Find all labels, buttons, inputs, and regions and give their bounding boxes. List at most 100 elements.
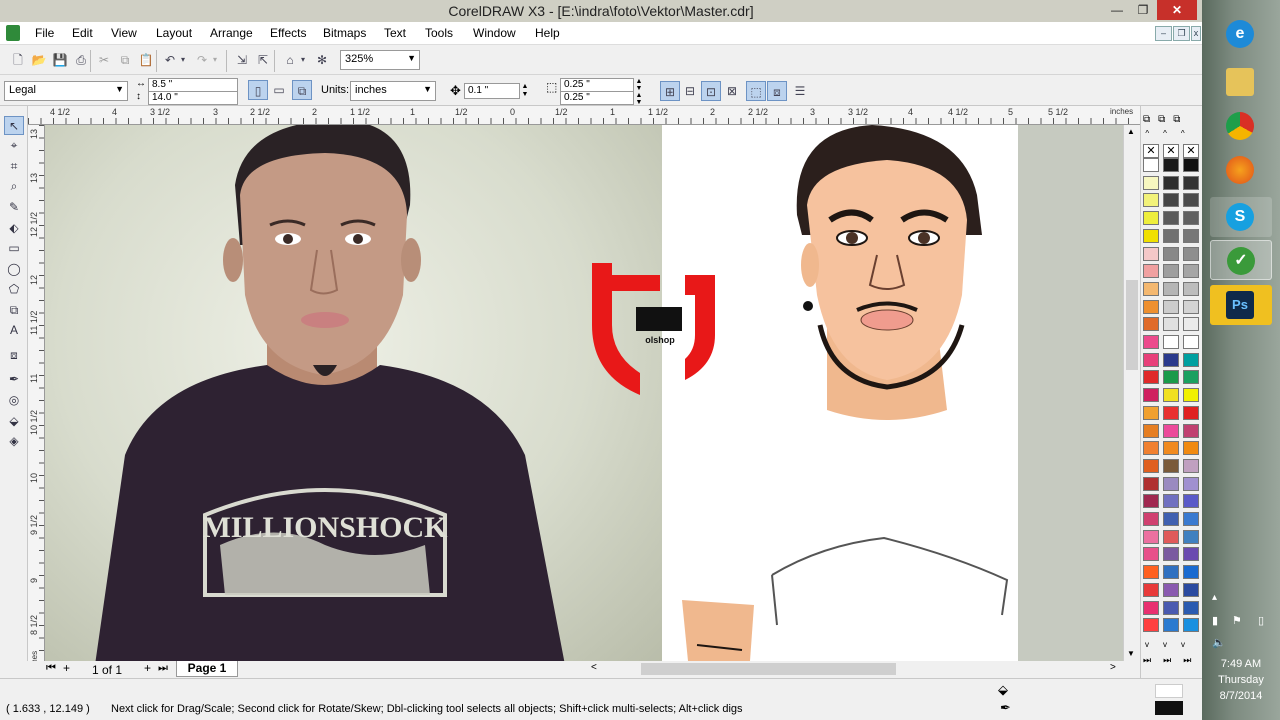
color-swatch[interactable]: [1183, 370, 1199, 385]
color-swatch[interactable]: [1163, 458, 1179, 473]
zoom-tool-icon[interactable]: ⌕: [4, 177, 24, 196]
scroll-up-icon[interactable]: ▲: [1127, 127, 1135, 136]
smart-fill-tool-icon[interactable]: ⬖: [4, 219, 24, 238]
color-swatch[interactable]: [1183, 246, 1199, 261]
page-tab[interactable]: Page 1: [176, 661, 238, 677]
portrait-button[interactable]: ▯: [248, 80, 268, 100]
launcher-dropdown-icon[interactable]: ▾: [298, 50, 308, 70]
palette-expand-icon[interactable]: ⏭⏭⏭: [1143, 655, 1201, 666]
color-swatch[interactable]: [1183, 618, 1199, 633]
color-swatch[interactable]: [1163, 476, 1179, 491]
color-swatch[interactable]: [1143, 246, 1159, 261]
color-swatch[interactable]: [1163, 529, 1179, 544]
color-swatch[interactable]: [1183, 264, 1199, 279]
page-width-field[interactable]: 8.5 ": [148, 78, 238, 92]
internet-explorer-icon[interactable]: e: [1210, 14, 1272, 54]
interactive-blend-tool-icon[interactable]: ⧈: [4, 346, 24, 365]
ellipse-tool-icon[interactable]: ◯: [4, 260, 24, 279]
network-icon[interactable]: ▮: [1212, 614, 1218, 627]
file-explorer-icon[interactable]: [1210, 62, 1272, 102]
clock-time[interactable]: 7:49 AM: [1202, 658, 1280, 670]
corel-online-icon[interactable]: ✻: [312, 50, 332, 70]
color-swatch[interactable]: [1183, 476, 1199, 491]
color-swatch[interactable]: [1163, 352, 1179, 367]
pick-tool-icon[interactable]: ↖: [4, 116, 24, 135]
color-swatch[interactable]: [1143, 618, 1159, 633]
color-swatch[interactable]: [1183, 175, 1199, 190]
text-tool-icon[interactable]: A: [4, 321, 24, 340]
vertical-scrollbar[interactable]: ▲ ▼: [1123, 125, 1140, 661]
color-swatch[interactable]: [1183, 228, 1199, 243]
open-icon[interactable]: 📂: [29, 50, 49, 70]
horizontal-ruler[interactable]: 4 1/2 4 3 1/2 3 2 1/2 2 1 1/2 1 1/2 0 1/…: [28, 106, 1140, 125]
redo-dropdown-icon[interactable]: ▾: [210, 50, 220, 70]
color-swatch[interactable]: [1183, 335, 1199, 349]
color-swatch[interactable]: [1143, 494, 1159, 509]
eyedropper-tool-icon[interactable]: ✒: [4, 370, 24, 389]
palette-scroll-up-icon[interactable]: ^^^: [1143, 129, 1201, 141]
color-swatch[interactable]: [1163, 565, 1179, 580]
last-page-icon[interactable]: ⏭: [158, 662, 168, 675]
scroll-left-icon[interactable]: <: [591, 662, 597, 673]
menu-effects[interactable]: Effects: [270, 26, 306, 40]
color-swatch[interactable]: [1163, 211, 1179, 226]
nudge-spinner[interactable]: ▲ ▼: [520, 83, 530, 99]
close-button[interactable]: ✕: [1157, 0, 1197, 20]
import-icon[interactable]: ⇲: [232, 50, 252, 70]
color-swatch[interactable]: [1163, 600, 1179, 615]
scroll-down-icon[interactable]: ▼: [1127, 649, 1135, 658]
first-page-icon[interactable]: ⏮: [46, 662, 56, 675]
color-swatch[interactable]: [1183, 529, 1199, 544]
crop-tool-icon[interactable]: ⌗: [4, 157, 24, 176]
color-swatch[interactable]: [1183, 547, 1199, 562]
export-icon[interactable]: ⇱: [253, 50, 273, 70]
add-page-after-icon[interactable]: +: [144, 661, 151, 675]
menu-layout[interactable]: Layout: [156, 26, 192, 40]
color-swatch[interactable]: [1163, 317, 1179, 332]
nudge-distance-field[interactable]: 0.1 ": [464, 83, 520, 99]
color-swatch[interactable]: [1143, 547, 1159, 562]
color-swatch[interactable]: [1163, 582, 1179, 597]
vertical-scroll-thumb[interactable]: [1126, 280, 1138, 370]
horizontal-scroll-thumb[interactable]: [641, 663, 896, 675]
freehand-tool-icon[interactable]: ✎: [4, 198, 24, 217]
color-swatch[interactable]: [1183, 582, 1199, 597]
color-swatch[interactable]: [1143, 264, 1159, 279]
scroll-right-icon[interactable]: >: [1110, 662, 1116, 673]
edit-across-layers-button[interactable]: ⧈: [767, 81, 787, 101]
color-swatch[interactable]: [1143, 281, 1159, 296]
color-swatch[interactable]: [1163, 299, 1179, 314]
color-swatch[interactable]: [1163, 175, 1179, 190]
color-swatch[interactable]: [1143, 388, 1159, 403]
interactive-fill-tool-icon[interactable]: ◈: [4, 432, 24, 451]
battery-icon[interactable]: ▯: [1258, 614, 1264, 627]
chrome-icon[interactable]: [1210, 106, 1272, 146]
color-swatch[interactable]: [1143, 405, 1159, 420]
color-swatch[interactable]: [1143, 565, 1159, 580]
color-swatch[interactable]: [1183, 600, 1199, 615]
color-swatch[interactable]: [1143, 175, 1159, 190]
duplicate-spinner[interactable]: ▲ ▼ ▲ ▼: [634, 78, 644, 106]
color-swatch[interactable]: [1183, 158, 1199, 172]
color-swatch[interactable]: [1143, 228, 1159, 243]
color-swatch[interactable]: [1163, 512, 1179, 526]
color-swatch[interactable]: [1143, 370, 1159, 385]
color-swatch[interactable]: [1163, 193, 1179, 208]
menu-text[interactable]: Text: [384, 26, 406, 40]
save-icon[interactable]: 💾: [50, 50, 70, 70]
outline-color-indicator[interactable]: [1155, 701, 1183, 715]
color-swatch[interactable]: [1183, 352, 1199, 367]
outline-tool-icon[interactable]: ◎: [4, 391, 24, 410]
color-swatch[interactable]: [1183, 512, 1199, 526]
menu-edit[interactable]: Edit: [72, 26, 93, 40]
menu-help[interactable]: Help: [535, 26, 560, 40]
undo-dropdown-icon[interactable]: ▾: [178, 50, 188, 70]
color-swatch[interactable]: [1183, 494, 1199, 509]
firefox-icon[interactable]: [1210, 150, 1272, 190]
units-select[interactable]: inches ▼: [350, 81, 436, 101]
polygon-tool-icon[interactable]: ⬠: [4, 280, 24, 299]
dynamic-guides-button[interactable]: ⬚: [746, 81, 766, 101]
menu-file[interactable]: File: [35, 26, 54, 40]
color-swatch[interactable]: [1143, 476, 1159, 491]
drawing-canvas[interactable]: MILLIONSHOCK olshop: [45, 125, 1123, 661]
